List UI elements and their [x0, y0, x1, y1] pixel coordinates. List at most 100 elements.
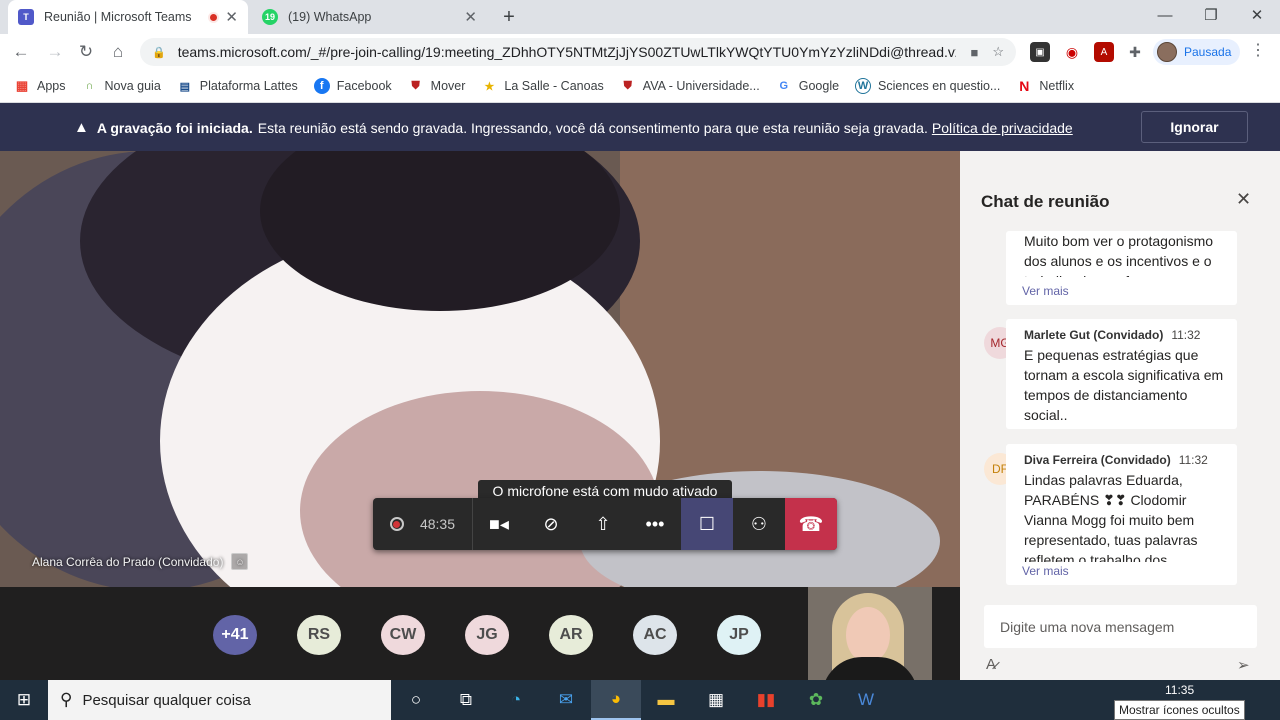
- bookmark-mover[interactable]: ⛊ Mover: [408, 78, 466, 94]
- browser-tab-teams[interactable]: T Reunião | Microsoft Teams ✕: [8, 0, 248, 34]
- mic-muted-icon: ⊘: [543, 513, 559, 534]
- restore-button[interactable]: ❐: [1188, 0, 1234, 30]
- new-tab-button[interactable]: +: [496, 4, 522, 30]
- extension-record-icon[interactable]: ◉: [1062, 42, 1082, 62]
- edge-icon: ◔: [510, 690, 522, 709]
- chat-title: Chat de reunião: [981, 192, 1110, 211]
- mail-button[interactable]: ✉: [541, 680, 591, 720]
- message-author: Diva Ferreira (Convidado): [1024, 453, 1171, 467]
- format-icon[interactable]: A̷: [986, 656, 996, 673]
- bookmark-ava[interactable]: ⛊ AVA - Universidade...: [620, 78, 760, 94]
- bookmark-nova-guia[interactable]: ∩ Nova guia: [82, 78, 161, 94]
- taskbar-search[interactable]: ⚲ Pesquisar qualquer coisa: [48, 680, 391, 720]
- self-video-preview[interactable]: [808, 587, 932, 680]
- participants-button[interactable]: ⚇: [733, 498, 785, 550]
- home-button[interactable]: ⌂: [103, 34, 133, 70]
- participant-avatar[interactable]: JP: [717, 615, 761, 655]
- camera-toggle-button[interactable]: ■◂: [473, 498, 525, 550]
- participant-avatar[interactable]: AR: [549, 615, 593, 655]
- google-icon: G: [779, 80, 789, 92]
- speaker-name-label: Alana Corrêa do Prado (Convidado) ☺: [32, 553, 249, 570]
- phone-hangup-icon: ☎: [798, 513, 824, 536]
- lock-icon: 🔒: [152, 46, 166, 59]
- ignore-button[interactable]: Ignorar: [1141, 111, 1248, 143]
- app-button[interactable]: ▮▮: [741, 680, 791, 720]
- task-view-button[interactable]: ⧉: [441, 680, 491, 720]
- clock[interactable]: 11:35: [1165, 683, 1194, 697]
- start-button[interactable]: ⊞: [0, 680, 48, 720]
- windows-icon: ⊞: [16, 690, 32, 709]
- reload-button[interactable]: ↻: [71, 34, 101, 70]
- bookmark-star-icon[interactable]: ☆: [992, 44, 1004, 60]
- share-screen-button[interactable]: ⇧: [577, 498, 629, 550]
- store-icon: ▦: [707, 690, 725, 709]
- back-button[interactable]: ←: [6, 34, 36, 70]
- more-menu-icon[interactable]: ⋮: [1248, 40, 1268, 60]
- folder-icon: ▬: [657, 690, 675, 709]
- video-camera-icon: ■◂: [489, 513, 509, 534]
- chat-panel: Chat de reunião ✕ Muito bom ver o protag…: [960, 151, 1280, 680]
- participant-icon[interactable]: ☺: [231, 553, 249, 570]
- facebook-icon: f: [313, 78, 330, 94]
- see-more-link[interactable]: Ver mais: [1022, 564, 1069, 578]
- mail-icon: ✉: [558, 690, 574, 709]
- word-icon: W: [857, 690, 875, 709]
- bookmark-lattes[interactable]: ▤ Plataforma Lattes: [177, 78, 298, 94]
- bookmark-netflix[interactable]: N Netflix: [1016, 78, 1074, 94]
- close-chat-icon[interactable]: ✕: [1236, 189, 1252, 210]
- word-button[interactable]: W: [841, 680, 891, 720]
- pdf-extension-icon[interactable]: A: [1094, 42, 1114, 62]
- profile-button[interactable]: Pausada: [1153, 39, 1240, 65]
- edge-button[interactable]: ◔: [491, 680, 541, 720]
- recording-banner: ▲ A gravação foi iniciada. Esta reunião …: [0, 103, 1280, 151]
- bookmark-apps[interactable]: ▦ Apps: [14, 78, 66, 94]
- bookmarks-bar: ▦ Apps ∩ Nova guia ▤ Plataforma Lattes f Fac…: [0, 70, 1280, 103]
- message-input[interactable]: Digite uma nova mensagem: [984, 605, 1257, 648]
- participant-avatar[interactable]: CW: [381, 615, 425, 655]
- message-text: Muito bom ver o protagonismo dos alunos …: [1024, 233, 1214, 277]
- bookmark-facebook[interactable]: f Facebook: [313, 78, 392, 94]
- participant-avatar[interactable]: RS: [297, 615, 341, 655]
- participant-avatar[interactable]: AC: [633, 615, 677, 655]
- banner-title: A gravação foi iniciada.: [96, 119, 253, 136]
- store-button[interactable]: ▦: [691, 680, 741, 720]
- star-icon: ★: [484, 80, 495, 93]
- close-tab-icon[interactable]: ✕: [225, 8, 238, 26]
- chat-toggle-button[interactable]: ☐: [681, 498, 733, 550]
- cortana-icon: ○: [410, 690, 422, 709]
- puzzle-extensions-icon[interactable]: ✚: [1125, 42, 1145, 62]
- camera-icon[interactable]: ■: [970, 45, 978, 60]
- tab-title: Reunião | Microsoft Teams: [44, 10, 192, 24]
- see-more-link[interactable]: Ver mais: [1022, 284, 1069, 298]
- browser-tab-whatsapp[interactable]: 19 (19) WhatsApp ✕: [252, 0, 487, 34]
- tab-title: (19) WhatsApp: [288, 10, 372, 24]
- more-actions-button[interactable]: •••: [629, 498, 681, 550]
- mic-toggle-button[interactable]: ⊘: [525, 498, 577, 550]
- participant-avatar[interactable]: JG: [465, 615, 509, 655]
- avatar: [1157, 42, 1177, 62]
- bookmark-google[interactable]: G Google: [776, 78, 839, 94]
- teams-icon: T: [18, 9, 34, 25]
- close-window-button[interactable]: ✕: [1234, 0, 1280, 30]
- bookmark-sciences[interactable]: W Sciences en questio...: [855, 78, 1000, 94]
- participant-avatar[interactable]: +41: [213, 615, 257, 655]
- address-bar[interactable]: 🔒 teams.microsoft.com/_#/pre-join-callin…: [140, 38, 1016, 66]
- chrome-button[interactable]: ◕: [591, 680, 641, 720]
- shield-icon: ⛊: [623, 79, 632, 92]
- wordpress-icon: W: [855, 78, 872, 94]
- cortana-button[interactable]: ○: [391, 680, 441, 720]
- message-author: Marlete Gut (Convidado): [1024, 328, 1164, 342]
- bookmark-lasalle[interactable]: ★ La Salle - Canoas: [481, 78, 603, 94]
- close-tab-icon[interactable]: ✕: [464, 8, 477, 26]
- message-time: 11:32: [1178, 453, 1208, 467]
- app-button[interactable]: ✿: [791, 680, 841, 720]
- file-explorer-button[interactable]: ▬: [641, 680, 691, 720]
- hang-up-button[interactable]: ☎: [785, 498, 837, 550]
- forward-button[interactable]: →: [40, 34, 70, 70]
- minimize-button[interactable]: —: [1142, 0, 1188, 30]
- record-icon: [389, 517, 404, 531]
- green-app-icon: ✿: [808, 690, 824, 709]
- privacy-policy-link[interactable]: Política de privacidade: [932, 120, 1073, 136]
- send-icon[interactable]: ➢: [1237, 656, 1250, 674]
- extension-icon[interactable]: ▣: [1030, 42, 1050, 62]
